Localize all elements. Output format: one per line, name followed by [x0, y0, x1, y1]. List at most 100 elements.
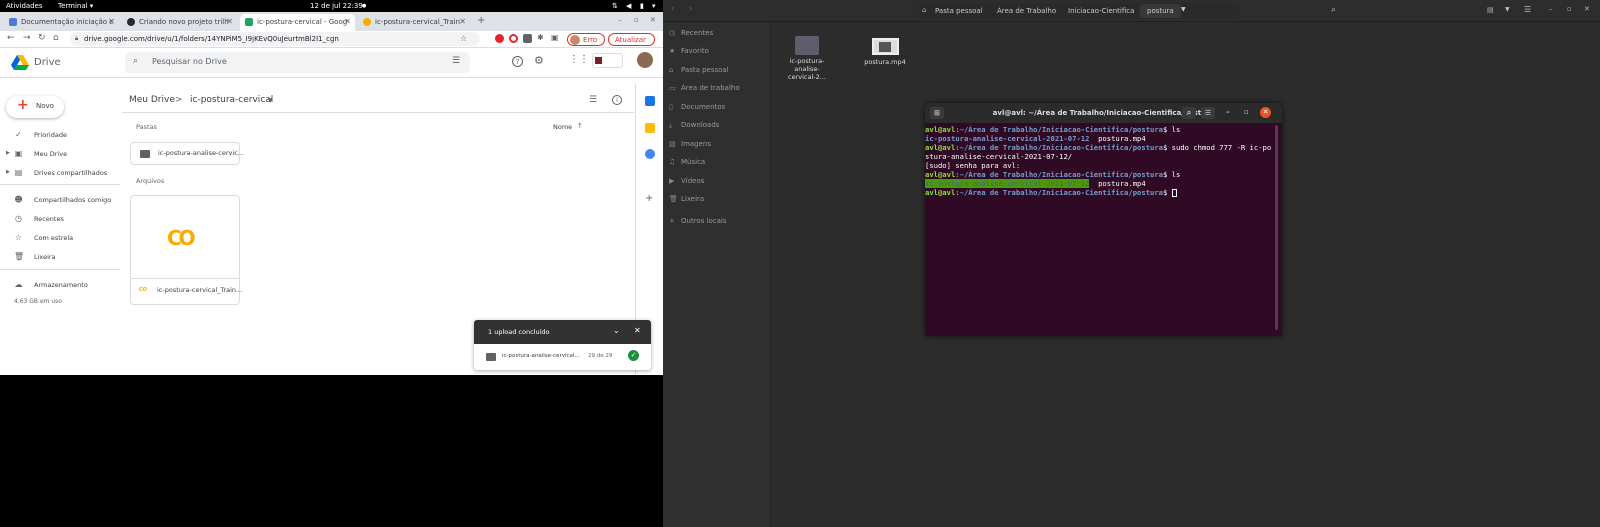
update-button[interactable]: Atualizar — [608, 33, 655, 46]
organization-logo[interactable] — [592, 53, 623, 68]
volume-icon[interactable]: ◀ — [626, 2, 631, 10]
battery-icon[interactable]: ▮ — [640, 2, 644, 10]
forward-icon[interactable]: → — [23, 33, 31, 43]
list-view-icon[interactable]: ☰ — [589, 95, 597, 105]
minimize-icon[interactable]: – — [618, 16, 622, 24]
profile-error-chip[interactable]: Erro — [567, 33, 605, 46]
close-window-icon[interactable]: ✕ — [1584, 5, 1590, 13]
places-videos[interactable]: ▶ Vídeos — [663, 173, 771, 190]
folder-card[interactable]: ic-postura-analise-cervic... — [130, 142, 244, 165]
network-icon[interactable]: ⇅ — [612, 2, 618, 10]
clock[interactable]: 12 de jul 22:39 — [310, 2, 363, 10]
minimize-icon[interactable]: – — [1549, 5, 1553, 13]
breadcrumb-pasta-pessoal[interactable]: Pasta pessoal — [928, 4, 990, 18]
sidebar-item-drives-compartilhados[interactable]: ▶ ▤ Drives compartilhados — [0, 166, 115, 180]
terminal-window[interactable]: ⊞ avl@avl: ~/Área de Trabalho/Iniciacao-… — [925, 103, 1282, 336]
sort-arrow-icon[interactable]: ↑ — [577, 122, 583, 130]
places-musica[interactable]: ♫ Música — [663, 154, 771, 171]
settings-gear-icon[interactable]: ⚙ — [534, 54, 544, 67]
activities-button[interactable]: Atividades — [6, 2, 43, 10]
expand-arrow-icon[interactable]: ▶ — [6, 150, 10, 156]
sidebar-item-recentes[interactable]: ◷ Recentes — [0, 212, 115, 226]
search-input[interactable]: ⌕ Pesquisar no Drive ☰ — [125, 52, 470, 73]
places-downloads[interactable]: ⤓ Downloads — [663, 117, 771, 134]
tab-drive[interactable]: ic-postura-cervical - Goog ✕ — [240, 14, 355, 31]
new-tab-button[interactable]: + — [477, 15, 485, 26]
maximize-icon[interactable]: ▫ — [1244, 108, 1249, 116]
sidebar-item-compartilhados-comigo[interactable]: ☻ Compartilhados comigo — [0, 193, 115, 207]
address-bar[interactable]: 🔒︎ drive.google.com/drive/u/1/folders/14… — [70, 32, 480, 46]
puzzle-extensions-icon[interactable]: ✱ — [537, 33, 544, 42]
places-lixeira[interactable]: 🗑︎ Lixeira — [663, 191, 771, 208]
system-menu-icon[interactable]: ▾ — [652, 2, 656, 10]
tab-documentacao[interactable]: Documentação iniciação c ✕ — [4, 14, 119, 31]
file-item-folder[interactable]: ic-postura-analise-cervical-2... — [783, 36, 831, 88]
back-icon[interactable]: ← — [7, 33, 15, 43]
search-options-icon[interactable]: ☰ — [452, 56, 460, 66]
maximize-icon[interactable]: ▫ — [1567, 5, 1572, 13]
help-icon[interactable]: ? — [512, 56, 523, 67]
sidebar-item-armazenamento[interactable]: ☁ Armazenamento — [0, 278, 115, 292]
sidebar-item-com-estrela[interactable]: ☆ Com estrela — [0, 231, 115, 245]
add-addon-icon[interactable]: + — [645, 193, 653, 204]
forward-icon[interactable]: › — [689, 4, 693, 14]
sidebar-item-lixeira[interactable]: 🗑︎ Lixeira — [0, 250, 115, 264]
home-icon[interactable]: ⌂ — [922, 6, 926, 14]
places-documentos[interactable]: ▯ Documentos — [663, 99, 771, 116]
breadcrumb-current[interactable]: ic-postura-cervical — [190, 95, 273, 105]
places-recentes[interactable]: ◷ Recentes — [663, 25, 771, 42]
menu-icon[interactable]: ☰ — [1524, 5, 1531, 14]
sidebar-item-prioridade[interactable]: ✓ Prioridade — [0, 128, 115, 142]
sidebar-item-meu-drive[interactable]: ▶ ▣ Meu Drive — [0, 147, 115, 161]
account-avatar[interactable] — [637, 52, 653, 68]
view-options-chevron-icon[interactable]: ▼ — [1505, 6, 1510, 13]
collapse-chevron-icon[interactable]: ⌄ — [613, 326, 620, 335]
drive-brand[interactable]: Drive — [34, 57, 61, 68]
opera-extension-icon[interactable] — [495, 34, 504, 43]
menu-icon[interactable]: ☰ — [1201, 107, 1215, 119]
chevron-down-icon[interactable]: ▼ — [1181, 6, 1186, 13]
search-icon[interactable]: ⌕ — [1182, 107, 1196, 119]
breadcrumb-postura[interactable]: postura — [1140, 4, 1181, 18]
scrollbar[interactable] — [1275, 125, 1278, 330]
search-icon[interactable]: ⌕ — [1331, 5, 1336, 15]
new-button[interactable]: + Novo — [6, 96, 64, 118]
close-tab-icon[interactable]: ✕ — [108, 17, 115, 26]
close-tab-icon[interactable]: ✕ — [459, 17, 466, 26]
tab-github[interactable]: Criando novo projeto trilh ✕ — [122, 14, 237, 31]
places-imagens[interactable]: ▨ Imagens — [663, 136, 771, 153]
view-toggle-icon[interactable]: ▤ — [1487, 6, 1494, 14]
sort-label[interactable]: Nome — [553, 123, 572, 131]
chevron-down-icon[interactable]: ▼ — [268, 97, 273, 104]
info-icon[interactable]: i — [612, 95, 622, 105]
places-area-de-trabalho[interactable]: ▭ Área de trabalho — [663, 80, 771, 97]
drive-logo-icon[interactable] — [11, 55, 29, 70]
breadcrumb-area-de-trabalho[interactable]: Área de Trabalho — [990, 4, 1063, 18]
cast-icon[interactable]: ▣ — [551, 33, 559, 42]
places-favorito[interactable]: ★ Favorito — [663, 43, 771, 60]
calendar-icon[interactable] — [645, 96, 655, 106]
maximize-icon[interactable]: ▫ — [634, 16, 639, 24]
keep-icon[interactable] — [645, 123, 655, 133]
tasks-icon[interactable] — [645, 149, 655, 159]
expand-arrow-icon[interactable]: ▶ — [6, 169, 10, 175]
file-card[interactable]: CO CO ic-postura-cervical_Train... — [130, 195, 242, 305]
new-tab-icon[interactable]: ⊞ — [930, 107, 944, 119]
breadcrumb-root[interactable]: Meu Drive — [129, 95, 175, 105]
breadcrumb-iniciacao-cientifica[interactable]: Iniciacao-Cientifica — [1061, 4, 1141, 18]
extension-icon[interactable] — [523, 34, 532, 43]
search-icon[interactable]: ⌕ — [133, 56, 138, 66]
back-icon[interactable]: ‹ — [671, 4, 675, 14]
adblock-extension-icon[interactable] — [509, 34, 518, 43]
close-tab-icon[interactable]: ✕ — [344, 17, 351, 26]
close-window-icon[interactable]: ✕ — [650, 16, 656, 24]
app-menu[interactable]: Terminal ▾ — [58, 2, 93, 10]
tab-colab[interactable]: ic-postura-cervical_Train ✕ — [358, 14, 470, 31]
places-outros-locais[interactable]: + Outros locais — [663, 213, 771, 230]
reload-icon[interactable]: ↻ — [38, 33, 46, 43]
home-icon[interactable]: ⌂ — [53, 33, 59, 43]
close-tab-icon[interactable]: ✕ — [226, 17, 233, 26]
close-upload-panel-icon[interactable]: ✕ — [634, 326, 641, 335]
file-item-video[interactable]: postura.mp4 — [861, 36, 909, 76]
minimize-icon[interactable]: – — [1226, 108, 1230, 116]
